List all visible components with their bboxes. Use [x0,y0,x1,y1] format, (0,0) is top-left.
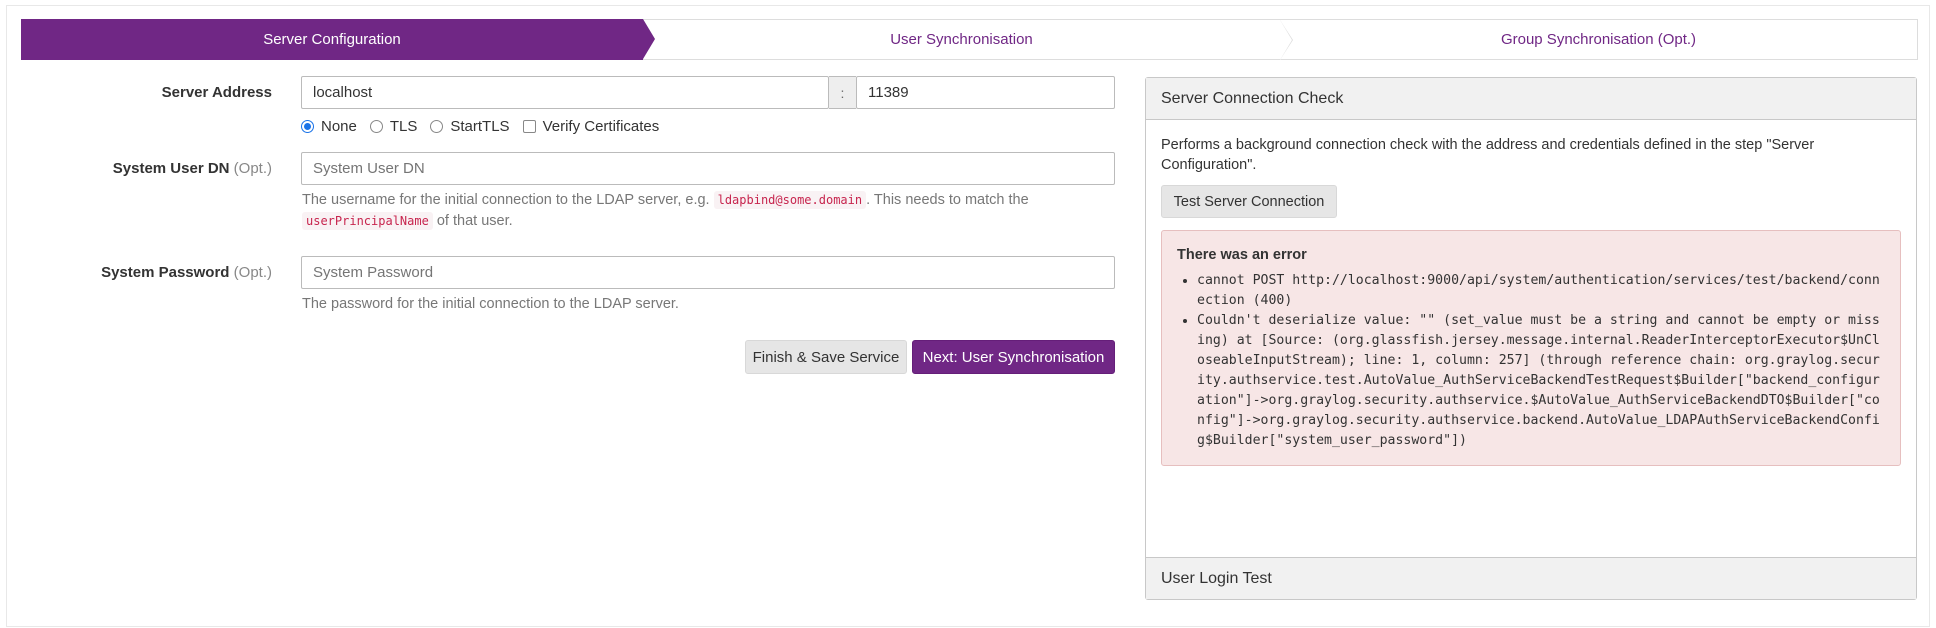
optional-marker: (Opt.) [233,264,272,281]
system-password-label-text: System Password [101,264,230,281]
radio-tls[interactable]: TLS [369,118,418,135]
system-password-label: System Password (Opt.) [22,264,272,281]
radio-starttls-label: StartTLS [450,118,510,135]
user-login-test-title: User Login Test [1161,569,1272,587]
system-user-dn-help: The username for the initial connection … [302,190,1102,232]
step-group-synchronisation[interactable]: Group Synchronisation (Opt.) [1280,19,1918,60]
help-code-example: ldapbind@some.domain [713,191,867,209]
system-user-dn-label: System User DN (Opt.) [22,160,272,177]
step-label: User Synchronisation [890,31,1033,48]
test-server-connection-button[interactable]: Test Server Connection [1161,185,1337,218]
transport-security-options: None TLS StartTLS Verify Certificates [301,118,672,135]
help-code-attribute: userPrincipalName [302,212,433,230]
error-item: cannot POST http://localhost:9000/api/sy… [1197,271,1885,311]
verify-certificates-checkbox[interactable]: Verify Certificates [522,118,660,135]
separator-text: : [840,84,845,101]
radio-tls-label: TLS [389,118,418,135]
server-port-input[interactable]: 11389 [856,76,1115,109]
system-user-dn-label-text: System User DN [112,160,230,177]
error-title: There was an error [1177,247,1307,263]
wizard-stepper: Server Configuration User Synchronisatio… [21,19,1918,60]
step-server-configuration[interactable]: Server Configuration [21,19,655,60]
help-text: The username for the initial connection … [302,192,714,208]
radio-none-label: None [321,118,357,135]
server-address-label: Server Address [22,84,272,101]
finish-save-label: Finish & Save Service [752,348,900,366]
server-address-label-text: Server Address [161,84,272,101]
server-host-input[interactable]: localhost [301,76,829,109]
next-user-sync-label: Next: User Synchronisation [922,348,1105,366]
finish-save-button[interactable]: Finish & Save Service [745,340,907,374]
system-user-dn-input[interactable] [301,152,1115,185]
error-alert: There was an error cannot POST http://lo… [1161,230,1901,466]
panel-title: Server Connection Check [1161,89,1344,107]
error-list: cannot POST http://localhost:9000/api/sy… [1177,271,1885,451]
checkbox-icon[interactable] [522,120,536,133]
optional-marker: (Opt.) [233,160,272,177]
panel-body: Performs a background connection check w… [1146,120,1916,481]
help-text: The password for the initial connection … [302,296,679,312]
radio-none[interactable]: None [301,118,357,135]
system-password-help: The password for the initial connection … [302,294,1102,315]
step-arrow-fill [1280,20,1292,60]
server-port-value: 11389 [868,84,909,101]
error-item: Couldn't deserialize value: "" (set_valu… [1197,311,1885,451]
host-port-separator: : [829,76,856,109]
radio-checked-icon[interactable] [301,120,314,133]
step-label: Server Configuration [263,31,401,48]
radio-starttls[interactable]: StartTLS [430,118,510,135]
radio-icon[interactable] [369,120,383,133]
panel-header[interactable]: Server Connection Check [1146,78,1916,120]
server-connection-check-panel: Server Connection Check Performs a backg… [1145,77,1917,600]
help-text: of that user. [432,213,513,229]
step-arrow-icon [643,19,655,59]
system-password-input[interactable] [301,256,1115,289]
server-host-value: localhost [313,84,373,101]
connection-check-description: Performs a background connection check w… [1161,137,1815,173]
help-text: . This needs to match the [866,192,1029,208]
step-user-synchronisation[interactable]: User Synchronisation [643,19,1293,60]
user-login-test-header[interactable]: User Login Test [1146,557,1916,599]
step-label: Group Synchronisation (Opt.) [1500,31,1697,48]
test-connection-label: Test Server Connection [1173,193,1325,210]
next-user-sync-button[interactable]: Next: User Synchronisation [912,340,1115,374]
radio-icon[interactable] [430,120,444,133]
verify-certificates-label: Verify Certificates [542,118,660,135]
